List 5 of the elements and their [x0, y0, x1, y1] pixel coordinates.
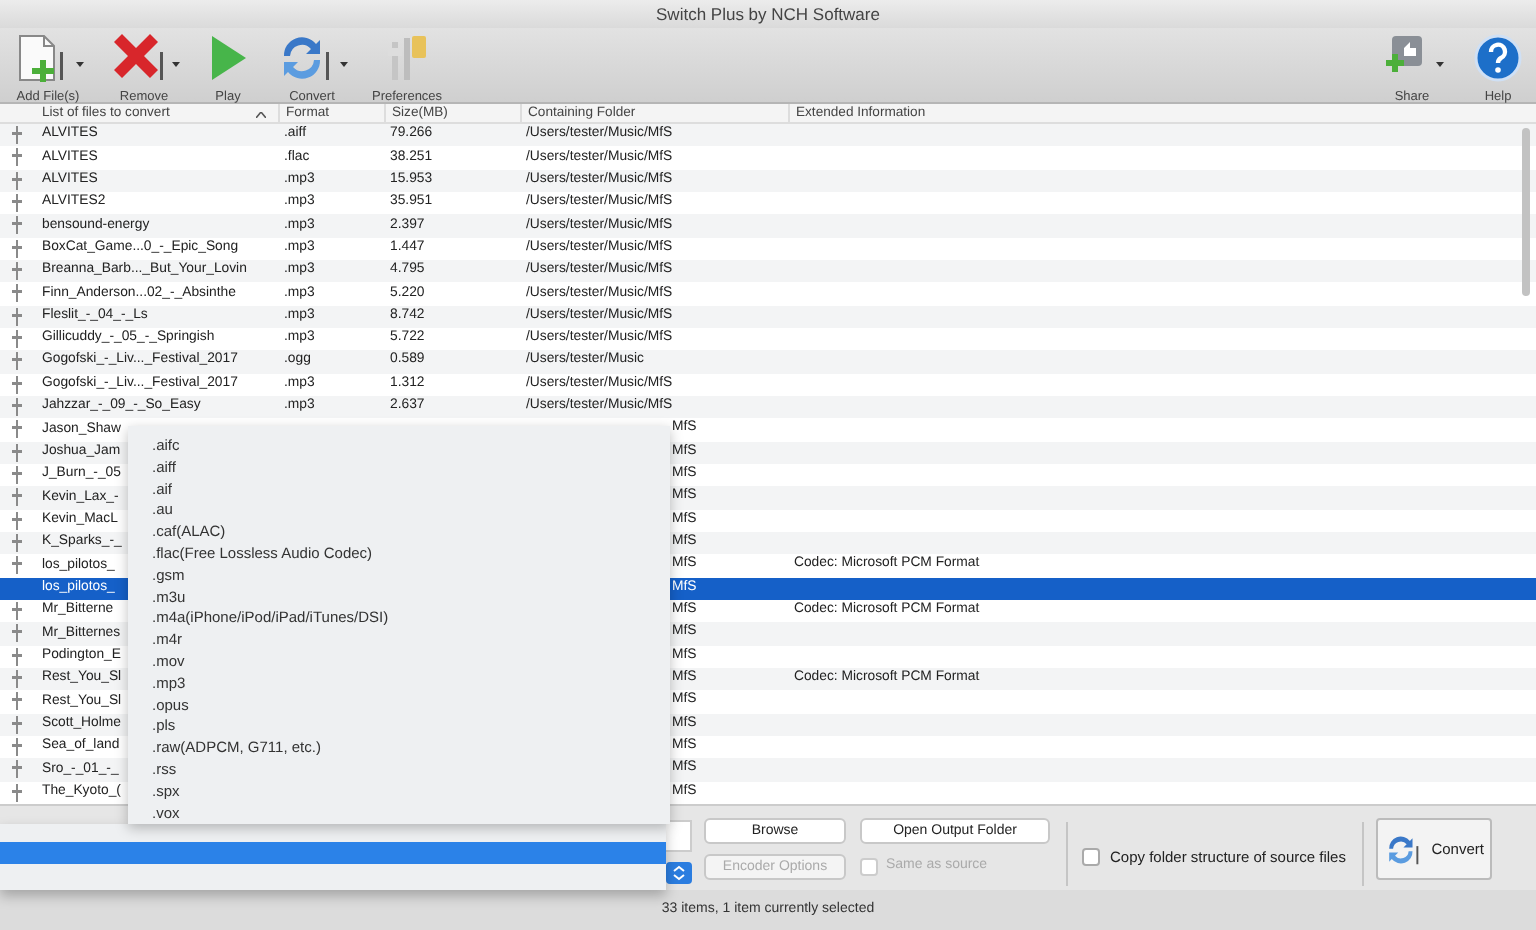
window-title: Switch Plus by NCH Software — [656, 1, 880, 27]
help-icon — [1472, 32, 1524, 84]
output-folder-field[interactable] — [666, 820, 692, 852]
scrollbar[interactable] — [1522, 128, 1530, 296]
checkbox[interactable] — [1082, 848, 1100, 867]
